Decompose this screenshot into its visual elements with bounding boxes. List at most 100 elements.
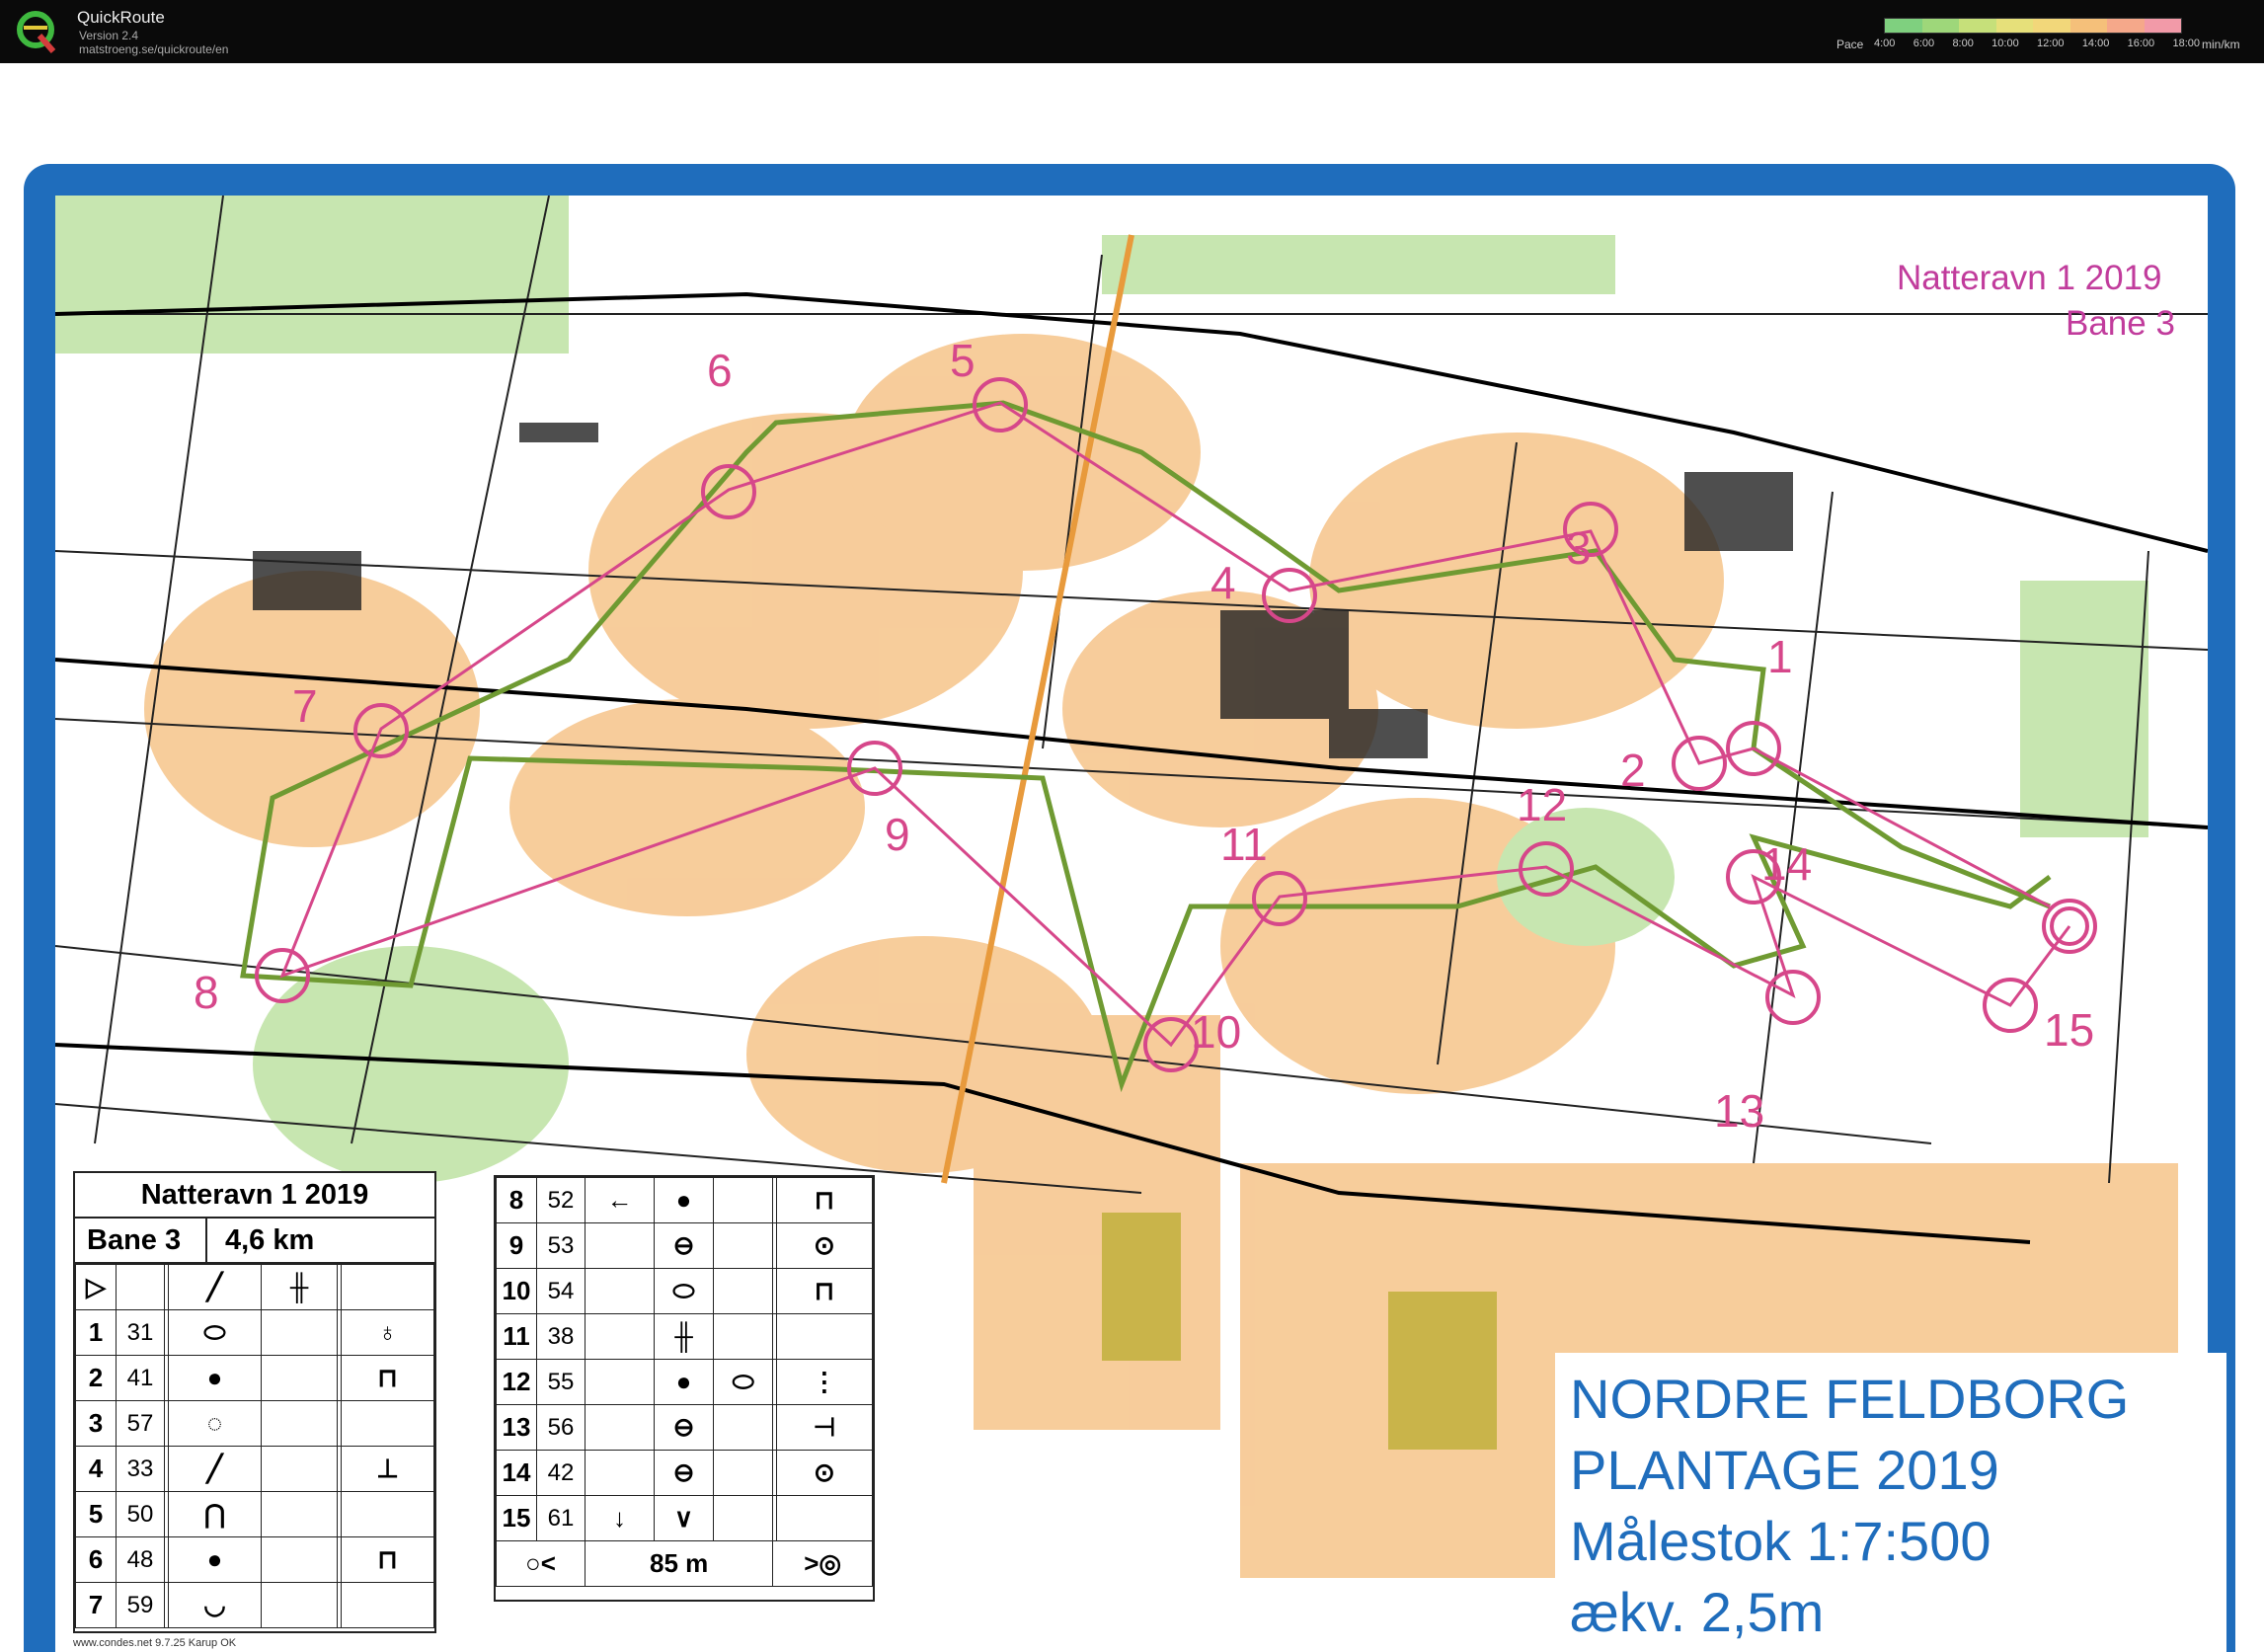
control-label-1: 1 [1767,631,1793,682]
pace-color-segment [1885,19,1922,33]
table-row: 2 41 ● ⊓ [75,1355,434,1401]
control-label-11: 11 [1220,819,1268,870]
row-num: 7 [75,1582,117,1628]
pace-tick-label: 18:00 [2172,38,2200,49]
row-code: 59 [116,1582,165,1628]
knoll-icon: ● [167,1355,263,1401]
table-row: 1 31 ⬭ ♁ [75,1309,434,1356]
pace-color-segment [1921,19,1959,33]
control-description-left: Natteravn 1 2019 Bane 3 4,6 km ▷ ╱ ╫ 1 3… [73,1171,436,1633]
table-row: 10 54 ⬭ ⊓ [496,1268,874,1314]
control-label-3: 3 [1566,522,1592,574]
row-num: 11 [496,1313,537,1360]
pit-icon: ◡ [167,1582,263,1628]
finish-icon: >◎ [772,1540,873,1587]
top-icon: ⊓ [341,1355,434,1401]
finish-start-icon: ○< [496,1540,586,1587]
pace-tick-label: 12:00 [2036,38,2065,49]
wall-icon: ╫ [653,1313,715,1360]
table-row: 11 38 ╫ [496,1313,874,1360]
top-icon: ⊓ [775,1177,874,1223]
pace-color-segment [2107,19,2145,33]
finish-row: ○< 85 m >◎ [496,1540,873,1587]
row-num: 2 [75,1355,117,1401]
table-row: 7 59 ◡ [75,1582,434,1628]
row-num: 3 [75,1400,117,1447]
app-title: QuickRoute [77,8,165,27]
description-title: Natteravn 1 2019 [75,1173,434,1219]
pace-tick-label: 10:00 [1991,38,2019,49]
linear-feature-icon: ╱ [167,1264,263,1310]
control-label-9: 9 [885,809,910,860]
row-num: 14 [496,1450,537,1496]
table-row: 13 56 ⊖ ⊣ [496,1404,874,1451]
control-label-5: 5 [950,335,976,386]
pace-color-segment [1995,19,2033,33]
contour-interval: ækv. 2,5m [1570,1581,1825,1643]
table-row: 5 50 ⋂ [75,1491,434,1537]
area-title-line1: NORDRE FELDBORG [1570,1368,2130,1430]
row-code: 54 [536,1268,586,1314]
quickroute-logo-icon [17,11,56,53]
table-row: 6 48 ● ⊓ [75,1536,434,1583]
control-label-13: 13 [1714,1085,1765,1137]
pace-color-segment [2033,19,2070,33]
row-num: 10 [496,1268,537,1314]
app-url: matstroeng.se/quickroute/en [79,42,229,56]
description-course-name: Bane 3 [87,1224,182,1256]
pace-unit: min/km [2202,38,2240,51]
wall-icon: ╫ [260,1264,339,1310]
table-row: 4 33 ╱ ⊥ [75,1446,434,1492]
table-row: 15 61 ↓ ∨ [496,1495,874,1541]
row-num: 4 [75,1446,117,1492]
control-description-right: 8 52 ← ● ⊓ 9 53 ⊖ ⊙ 10 54 ⬭ ⊓ 11 38 ╫ 12… [494,1175,875,1602]
pace-color-segment [1959,19,1996,33]
control-label-6: 6 [707,345,733,396]
ring-icon: ◌ [167,1400,263,1447]
row-num: 6 [75,1536,117,1583]
table-row: 8 52 ← ● ⊓ [496,1177,874,1223]
end-icon: ⊣ [775,1404,874,1451]
control-label-4: 4 [1210,557,1236,608]
course-title: Bane 3 [2066,304,2175,343]
pace-tick-label: 14:00 [2081,38,2110,49]
row-code: 41 [116,1355,165,1401]
circle-icon: ⊙ [775,1222,874,1269]
row-code: 52 [536,1177,586,1223]
bend-icon: ⊥ [341,1446,434,1492]
row-num: 12 [496,1359,537,1405]
knoll-icon: ● [653,1177,715,1223]
description-course-length: 4,6 km [205,1219,334,1262]
pace-tick-label: 6:00 [1913,38,1935,49]
pace-color-scale [1884,18,2182,34]
between-icon: ⋮ [775,1359,874,1405]
table-row: 12 55 ● ⬭ ⋮ [496,1359,874,1405]
start-row: ▷ ╱ ╫ [75,1264,434,1310]
depression-icon: ⬭ [167,1309,263,1356]
pace-tick-label: 4:00 [1874,38,1896,49]
row-code: 55 [536,1359,586,1405]
row-code: 31 [116,1309,165,1356]
knoll-icon: ● [653,1359,715,1405]
table-row: 14 42 ⊖ ⊙ [496,1450,874,1496]
top-icon: ⊓ [775,1268,874,1314]
finish-distance: 85 m [584,1540,774,1587]
description-table-left: ▷ ╱ ╫ 1 31 ⬭ ♁ 2 41 ● ⊓ 3 57 ◌ 4 33 ╱ ⊥ [75,1264,434,1628]
table-row: 3 57 ◌ [75,1400,434,1447]
control-label-14: 14 [1761,838,1813,890]
control-label-12: 12 [1517,779,1568,830]
arrow-left-icon: ← [585,1177,655,1223]
arrow-down-icon: ↓ [585,1495,655,1541]
hill-icon: ⋂ [167,1491,263,1537]
depression-icon: ⊖ [653,1404,715,1451]
row-code: 61 [536,1495,586,1541]
pace-color-segment [2144,19,2181,33]
row-num: 13 [496,1404,537,1451]
top-icon: ⊓ [341,1536,434,1583]
row-code: 38 [536,1313,586,1360]
row-code: 50 [116,1491,165,1537]
map-scale: Målestok 1:7:500 [1570,1510,1991,1572]
event-title: Natteravn 1 2019 [1897,259,2162,297]
row-num: 15 [496,1495,537,1541]
linear-feature-icon: ╱ [167,1446,263,1492]
